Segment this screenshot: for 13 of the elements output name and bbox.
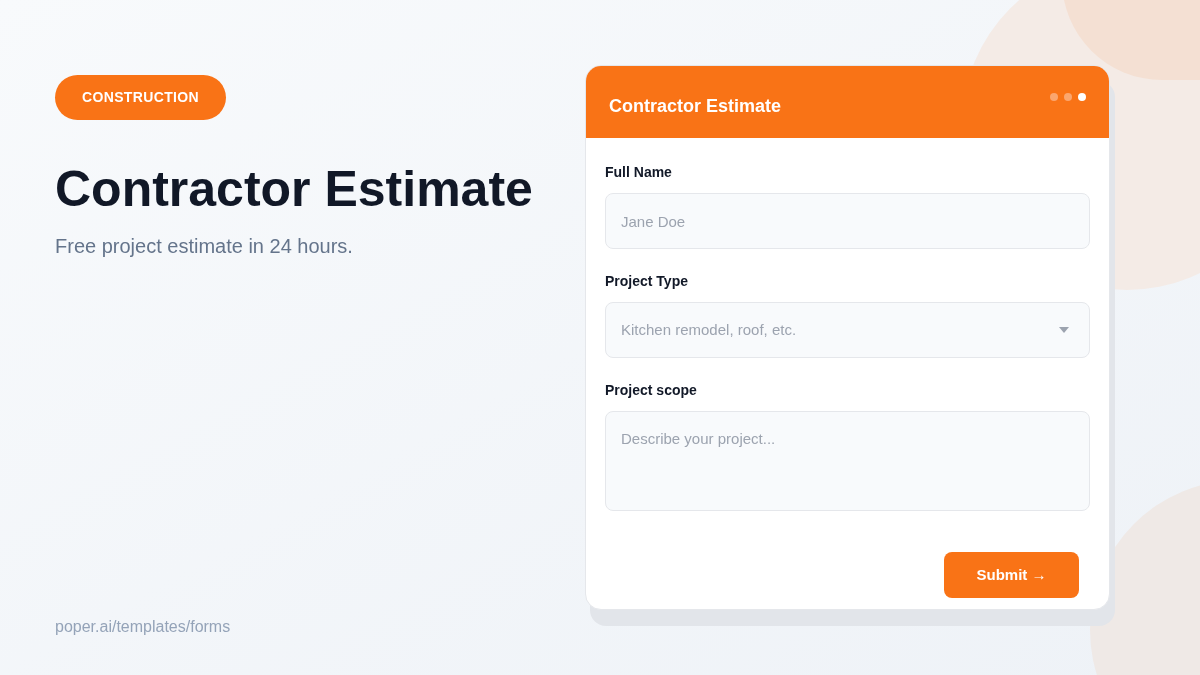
footer-link[interactable]: poper.ai/templates/forms xyxy=(55,615,585,639)
page-subtitle: Free project estimate in 24 hours. xyxy=(55,233,354,259)
form-title: Contractor Estimate xyxy=(609,94,782,118)
name-input[interactable]: Jane Doe xyxy=(605,193,1090,249)
submit-button[interactable]: Submit → xyxy=(944,552,1079,598)
scope-textarea[interactable]: Describe your project... xyxy=(605,411,1090,511)
field-label: Project Type xyxy=(605,272,689,291)
caret-icon xyxy=(1059,327,1069,333)
project-type-select[interactable]: Kitchen remodel, roof, etc. xyxy=(605,302,1090,358)
page-title: Contractor Estimate xyxy=(55,160,534,219)
field-label: Full Name xyxy=(605,163,673,182)
field-label: Project scope xyxy=(605,381,698,400)
category-badge: CONSTRUCTION xyxy=(55,75,226,120)
